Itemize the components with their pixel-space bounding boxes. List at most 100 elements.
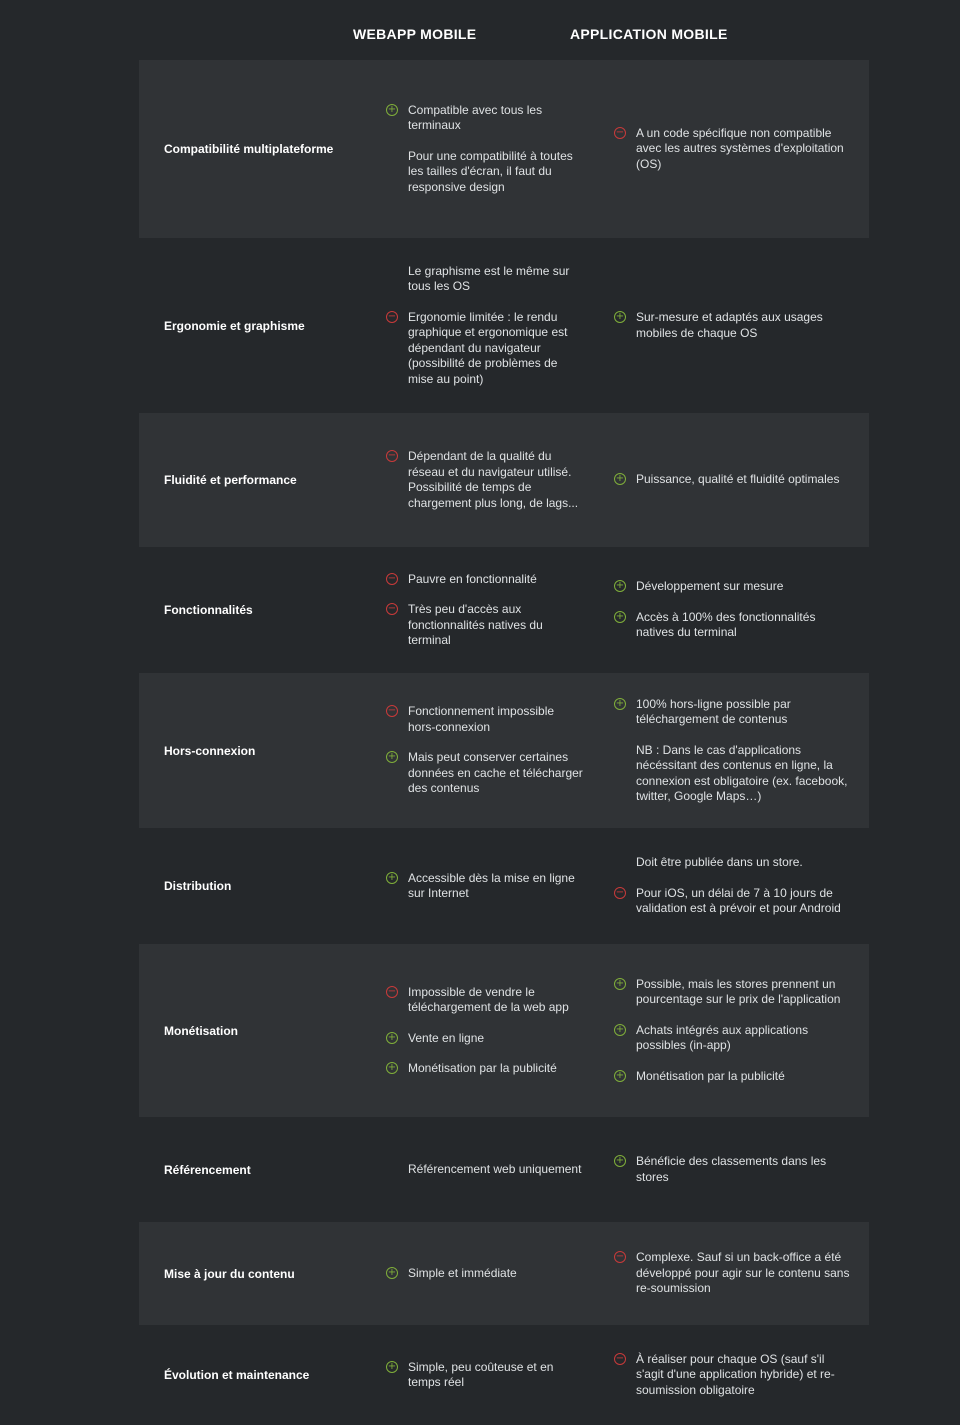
item-text: Compatible avec tous les terminaux xyxy=(408,102,543,133)
table-row: Fluidité et performance − Dépendant de la … xyxy=(139,413,869,547)
column-header-webapp: WEBAPP MOBILE xyxy=(353,26,477,42)
item-text: 100% hors-ligne possible par téléchargem… xyxy=(636,696,791,727)
webapp-cell: + Accessible dès la mise en ligne sur Int… xyxy=(334,828,606,944)
webapp-cell: − Dépendant de la qualité du réseau et du… xyxy=(334,413,606,547)
item-text: Accessible dès la mise en ligne sur Inte… xyxy=(408,870,575,901)
table-row: Référencement Référencement web uniquemen… xyxy=(139,1117,869,1222)
list-item: − Pour iOS, un délai de 7 à 10 jours de v… xyxy=(614,886,851,917)
table-row: Mise à jour du contenu + Simple et immédia… xyxy=(139,1222,869,1325)
app-cell: − Complexe. Sauf si un back-office a été … xyxy=(606,1222,869,1325)
webapp-cell: + Simple, peu coûteuse et en temps réel xyxy=(334,1325,606,1425)
plus-circle-icon: + xyxy=(614,1023,626,1036)
item-text: Impossible de vendre le téléchargement d… xyxy=(408,984,569,1015)
item-text: Accès à 100% des fonctionnalités natives… xyxy=(636,609,816,640)
app-cell: Doit être publiée dans un store. − Pour iO… xyxy=(606,828,869,944)
app-cell: +100% hors-ligne possible par télécharge… xyxy=(606,673,869,828)
item-text: Complexe. Sauf si un back-office a été d… xyxy=(636,1250,850,1296)
list-item: − Dépendant de la qualité du réseau et du… xyxy=(386,449,583,511)
plus-circle-icon: + xyxy=(386,1031,398,1044)
item-text: Pauvre en fonctionnalité xyxy=(408,571,537,586)
plus-circle-icon: + xyxy=(386,1360,398,1373)
app-cell: + Sur-mesure et adaptés aux usages mobile… xyxy=(606,238,869,413)
plus-circle-icon: + xyxy=(386,1266,398,1279)
app-cell: + Bénéficie des classements dans les stor… xyxy=(606,1117,869,1222)
plus-circle-icon: + xyxy=(614,1069,626,1082)
table-row: Fonctionnalités − Pauvre en fonctionnalité… xyxy=(139,547,869,673)
criterion-label: Compatibilité multiplateforme xyxy=(139,60,334,238)
item-text: Simple et immédiate xyxy=(408,1265,517,1280)
item-text: Très peu d'accès aux fonctionnalités nat… xyxy=(408,602,543,647)
list-item: + Accès à 100% des fonctionnalités native… xyxy=(614,610,851,641)
item-text: Le graphisme est le même sur tous les OS xyxy=(408,263,570,294)
list-item: + Simple et immédiate xyxy=(386,1266,583,1282)
minus-circle-icon: − xyxy=(614,126,626,139)
app-cell: + Développement sur mesure + Accès à 100% d… xyxy=(606,547,869,673)
plus-circle-icon: + xyxy=(386,103,398,116)
item-text: Pour une compatibilité à toutes les tail… xyxy=(408,148,573,194)
plus-circle-icon: + xyxy=(614,977,626,990)
table-row: Hors-connexion − Fonctionnement impossible… xyxy=(139,673,869,828)
plus-circle-icon: + xyxy=(614,697,626,710)
comparison-page: WEBAPP MOBILE APPLICATION MOBILE Compati… xyxy=(0,0,960,1425)
list-item: − A un code spécifique non compatible ave… xyxy=(614,126,851,173)
table-row: Distribution + Accessible dès la mise en l… xyxy=(139,828,869,944)
webapp-cell: − Impossible de vendre le téléchargement … xyxy=(334,944,606,1117)
list-item: + Monétisation par la publicité xyxy=(386,1061,583,1077)
plus-circle-icon: + xyxy=(614,1155,626,1167)
criterion-label: Mise à jour du contenu xyxy=(139,1222,334,1325)
plus-circle-icon: + xyxy=(614,311,626,323)
list-item: Référencement web uniquement xyxy=(386,1162,583,1178)
item-text: À réaliser pour chaque OS (sauf s'il s'a… xyxy=(636,1351,835,1397)
list-item: + Mais peut conserver certaines données e… xyxy=(386,750,583,797)
criterion-label: Hors-connexion xyxy=(139,673,334,828)
criterion-label: Fonctionnalités xyxy=(164,603,253,617)
item-text: Dépendant de la qualité du réseau et du … xyxy=(408,449,579,510)
item-text: Doit être publiée dans un store. xyxy=(636,855,803,870)
webapp-cell: + Compatible avec tous les terminaux Pour … xyxy=(334,60,606,238)
item-text: Puissance, qualité et fluidité optimales xyxy=(636,472,840,487)
list-item: Le graphisme est le même sur tous les OS xyxy=(386,264,583,295)
app-cell: − A un code spécifique non compatible ave… xyxy=(606,60,869,238)
list-item: +100% hors-ligne possible par télécharge… xyxy=(614,697,851,728)
app-cell: + Possible, mais les stores prennent un p… xyxy=(606,944,869,1117)
list-item: − À réaliser pour chaque OS (sauf s'il s'… xyxy=(614,1352,851,1399)
list-item: + Sur-mesure et adaptés aux usages mobile… xyxy=(614,310,851,341)
table-row: Ergonomie et graphisme Le graphisme est l… xyxy=(139,238,869,413)
criterion-label: Ergonomie et graphisme xyxy=(164,318,305,333)
list-item: + Accessible dès la mise en ligne sur Int… xyxy=(386,871,583,902)
criterion-label: Évolution et maintenance xyxy=(164,1368,310,1382)
plus-circle-icon: + xyxy=(386,751,398,764)
list-item: − Ergonomie limitée : le rendu graphique … xyxy=(386,310,583,388)
item-text: Mais peut conserver certaines données en… xyxy=(408,750,583,796)
webapp-cell: − Pauvre en fonctionnalité − Très peu d'acc… xyxy=(334,547,606,673)
item-text: Monétisation par la publicité xyxy=(408,1061,557,1075)
list-item: + Possible, mais les stores prennent un p… xyxy=(614,977,851,1008)
table-row: Monétisation − Impossible de vendre le tél… xyxy=(139,944,869,1117)
list-item: − Impossible de vendre le téléchargement … xyxy=(386,985,583,1016)
plus-circle-icon: + xyxy=(386,871,398,884)
plus-circle-icon: + xyxy=(614,580,626,593)
minus-circle-icon: − xyxy=(614,886,626,899)
webapp-cell: Le graphisme est le même sur tous les OS… xyxy=(334,238,606,413)
item-text: Vente en ligne xyxy=(408,1030,485,1045)
plus-circle-icon: + xyxy=(386,1062,398,1074)
table-row: Évolution et maintenance + Simple, peu coû… xyxy=(139,1325,869,1425)
minus-circle-icon: − xyxy=(386,705,398,718)
list-item: + Monétisation par la publicité xyxy=(614,1069,851,1085)
minus-circle-icon: − xyxy=(386,450,398,462)
app-cell: + Puissance, qualité et fluidité optimale… xyxy=(606,413,869,547)
webapp-cell: − Fonctionnement impossible hors-connexio… xyxy=(334,673,606,828)
webapp-cell: + Simple et immédiate xyxy=(334,1222,606,1325)
list-item: + Compatible avec tous les terminaux xyxy=(386,103,583,134)
item-text: Ergonomie limitée : le rendu graphique e… xyxy=(408,309,568,386)
item-text: Sur-mesure et adaptés aux usages mobiles… xyxy=(636,310,823,340)
minus-circle-icon: − xyxy=(614,1352,626,1365)
list-item: + Simple, peu coûteuse et en temps réel xyxy=(386,1360,583,1391)
webapp-cell: Référencement web uniquement xyxy=(334,1117,606,1222)
item-text: Fonctionnement impossible hors-connexion xyxy=(408,704,555,734)
app-cell: − À réaliser pour chaque OS (sauf s'il s'… xyxy=(606,1325,869,1425)
criterion-label: Monétisation xyxy=(139,944,334,1117)
minus-circle-icon: − xyxy=(386,603,398,615)
list-item: − Fonctionnement impossible hors-connexio… xyxy=(386,704,583,735)
list-item: + Puissance, qualité et fluidité optimale… xyxy=(614,472,851,488)
